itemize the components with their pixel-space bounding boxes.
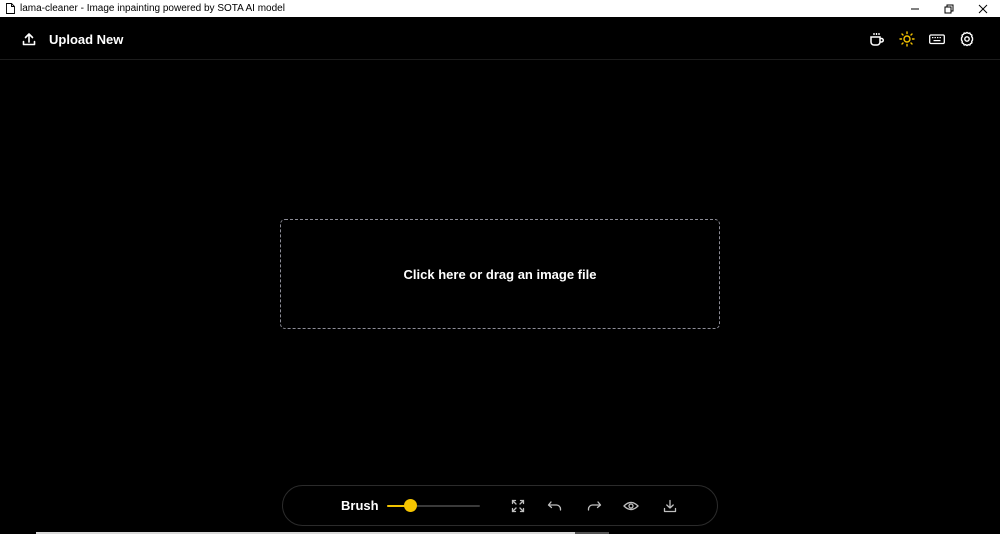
window-controls bbox=[898, 0, 1000, 17]
coffee-icon bbox=[870, 33, 884, 46]
close-icon bbox=[978, 4, 988, 13]
brush-size-slider[interactable] bbox=[387, 499, 480, 513]
dropzone-text: Click here or drag an image file bbox=[403, 266, 597, 282]
window-title: lama-cleaner - Image inpainting powered … bbox=[20, 3, 285, 14]
download-icon bbox=[663, 499, 677, 513]
document-icon bbox=[6, 3, 15, 14]
keyboard-icon bbox=[929, 34, 945, 45]
undo-button[interactable] bbox=[545, 496, 565, 516]
fit-screen-icon bbox=[511, 499, 525, 513]
theme-toggle-button[interactable] bbox=[896, 28, 918, 50]
redo-icon bbox=[587, 501, 602, 511]
redo-button[interactable] bbox=[584, 496, 604, 516]
eye-icon bbox=[623, 501, 639, 511]
upload-new-label: Upload New bbox=[49, 31, 124, 47]
coffee-button[interactable] bbox=[866, 28, 888, 50]
title-bar: lama-cleaner - Image inpainting powered … bbox=[0, 0, 1000, 17]
show-original-button[interactable] bbox=[621, 496, 641, 516]
image-dropzone[interactable]: Click here or drag an image file bbox=[280, 219, 720, 329]
settings-button[interactable] bbox=[956, 28, 978, 50]
minimize-button[interactable] bbox=[898, 0, 932, 17]
upload-icon bbox=[22, 33, 36, 46]
sun-icon bbox=[899, 31, 915, 47]
fit-screen-button[interactable] bbox=[508, 496, 528, 516]
settings-icon bbox=[960, 31, 974, 47]
close-button[interactable] bbox=[966, 0, 1000, 17]
header-actions bbox=[858, 28, 978, 50]
brush-label: Brush bbox=[341, 498, 379, 513]
app-window: lama-cleaner - Image inpainting powered … bbox=[0, 0, 1000, 534]
slider-thumb[interactable] bbox=[403, 499, 417, 512]
undo-icon bbox=[547, 501, 562, 511]
app-header: Upload New bbox=[0, 17, 1000, 60]
editor-toolbar: Brush bbox=[282, 485, 718, 526]
minimize-icon bbox=[911, 8, 919, 9]
restore-button[interactable] bbox=[932, 0, 966, 17]
upload-new-button[interactable]: Upload New bbox=[22, 28, 123, 50]
restore-icon bbox=[944, 4, 954, 13]
download-button[interactable] bbox=[660, 496, 680, 516]
shortcuts-button[interactable] bbox=[926, 28, 948, 50]
